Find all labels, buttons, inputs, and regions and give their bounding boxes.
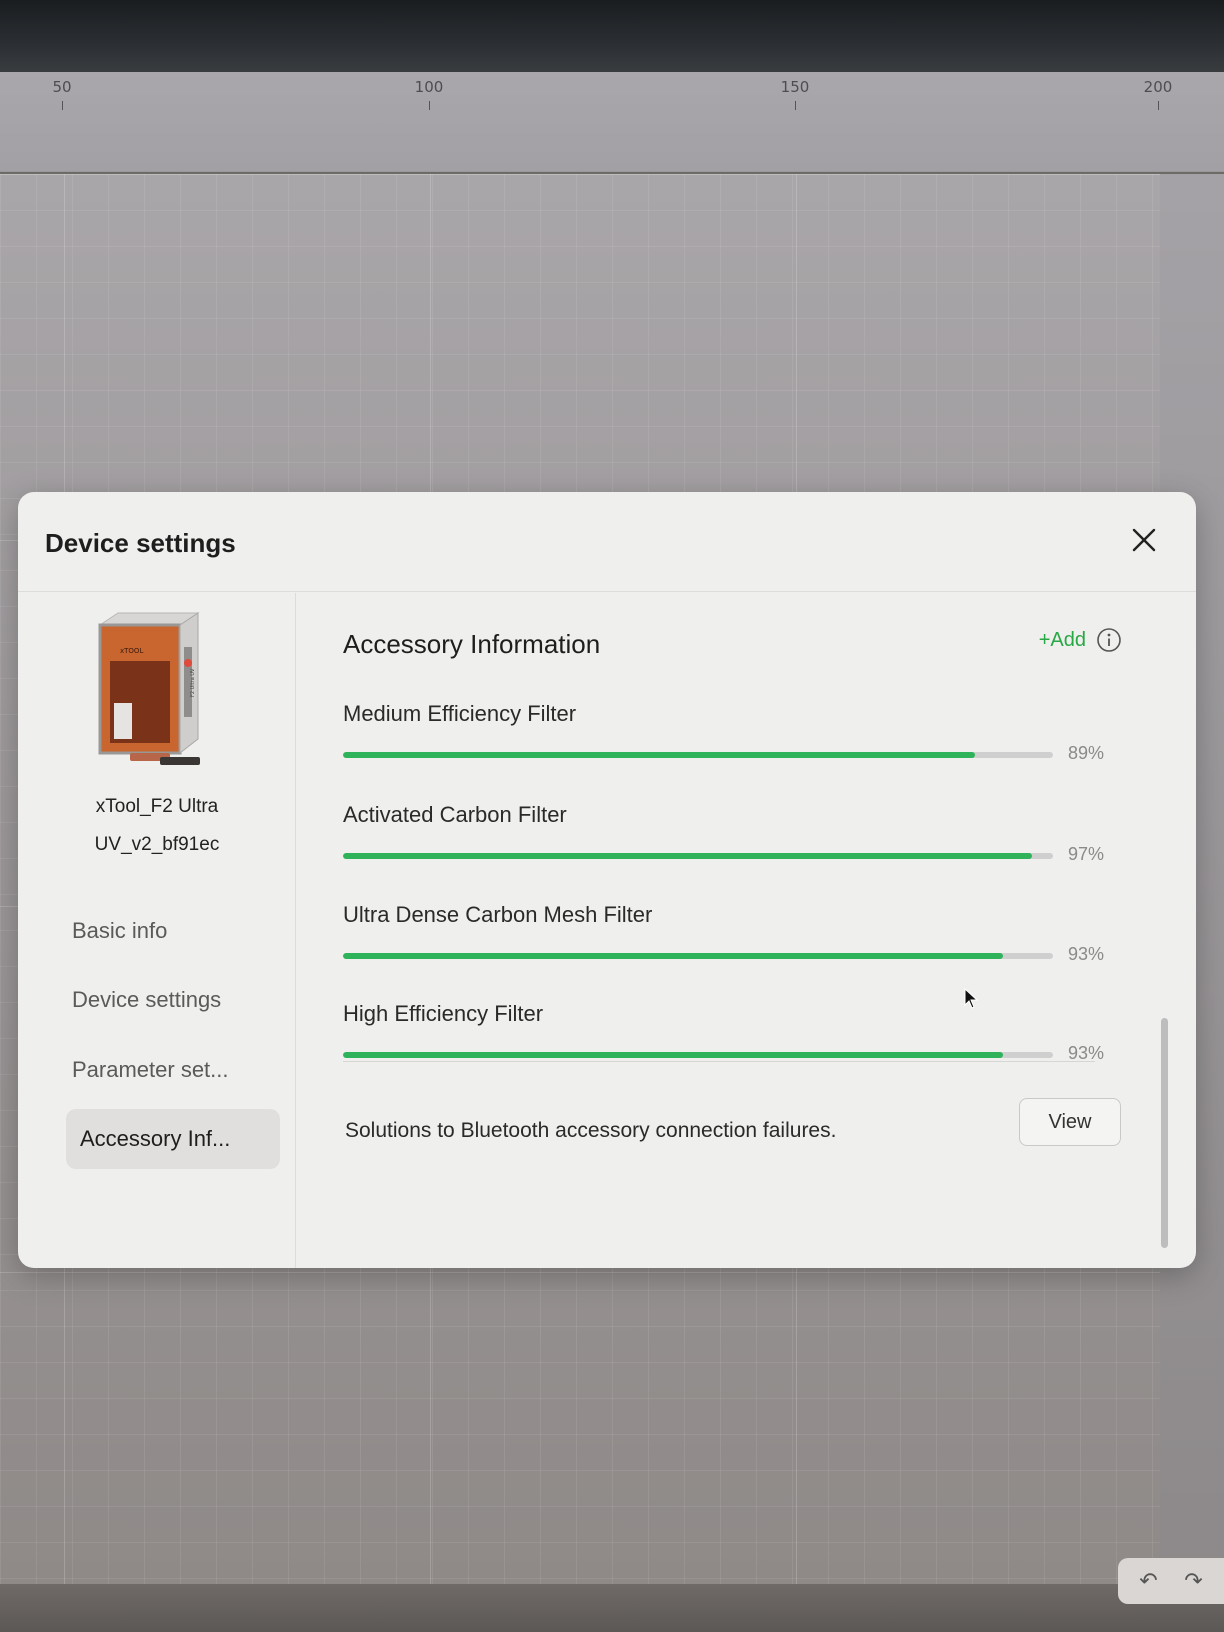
device-name-line1: xTool_F2 Ultra — [95, 796, 219, 817]
settings-sidebar: xTOOL F2 Ultra UV xTool_F2 Ultra UV_v2_b… — [18, 593, 296, 1268]
ruler-tick: 50 — [42, 78, 82, 110]
filter-name: High Efficiency Filter — [343, 1001, 544, 1026]
filter-progress-fill — [343, 953, 1004, 959]
filter-name: Medium Efficiency Filter — [343, 701, 577, 726]
undo-redo-group: ↶ ↷ — [1118, 1558, 1224, 1604]
filter-percent: 93% — [1068, 944, 1105, 964]
filter-name: Activated Carbon Filter — [343, 802, 567, 827]
section-title: Accessory Information — [343, 629, 601, 659]
close-icon — [1132, 528, 1156, 552]
filter-item: Activated Carbon Filter 97% — [343, 802, 1105, 892]
dialog-title: Device settings — [45, 528, 236, 558]
section-divider — [343, 1061, 1095, 1062]
panel-scrollbar[interactable] — [1161, 1018, 1168, 1248]
undo-icon[interactable]: ↶ — [1139, 1569, 1157, 1594]
filter-name: Ultra Dense Carbon Mesh Filter — [343, 902, 653, 927]
sidebar-item-parameter-settings[interactable]: Parameter set... — [66, 1040, 280, 1100]
device-settings-dialog: Device settings xTOOL F2 Ultra UV xTool_… — [18, 492, 1196, 1268]
filter-item: High Efficiency Filter 93% — [343, 1001, 1104, 1091]
cursor-icon — [964, 988, 979, 1009]
filter-percent: 89% — [1068, 743, 1105, 763]
info-icon[interactable] — [1096, 627, 1122, 653]
filter-item: Medium Efficiency Filter 89% — [343, 701, 1105, 791]
close-button[interactable] — [1126, 522, 1162, 558]
filter-progress-track — [343, 953, 1053, 959]
filter-progress-fill — [343, 752, 975, 758]
bluetooth-solution-text: Solutions to Bluetooth accessory connect… — [345, 1119, 837, 1142]
device-image: xTOOL F2 Ultra UV — [98, 612, 200, 765]
sidebar-item-basic-info[interactable]: Basic info — [66, 901, 280, 961]
dialog-header: Device settings — [18, 492, 1196, 592]
filter-percent: 97% — [1068, 844, 1105, 864]
filter-progress-track — [343, 853, 1053, 859]
ruler-tick: 100 — [409, 78, 449, 110]
view-button[interactable]: View — [1019, 1098, 1121, 1146]
filter-progress-fill — [343, 1052, 1004, 1058]
device-side-label: F2 Ultra UV — [190, 668, 196, 697]
accessory-panel: Accessory Information +Add Medium Effici… — [297, 593, 1196, 1268]
horizontal-ruler: 50 100 150 200 — [0, 72, 1224, 172]
add-accessory-button[interactable]: +Add — [1039, 629, 1086, 652]
screen-bezel — [0, 0, 1224, 74]
filter-item: Ultra Dense Carbon Mesh Filter 93% — [343, 902, 1105, 992]
redo-icon[interactable]: ↷ — [1184, 1569, 1202, 1594]
sidebar-item-device-settings[interactable]: Device settings — [66, 970, 280, 1030]
ruler-tick: 150 — [775, 78, 815, 110]
device-brand-label: xTOOL — [120, 647, 143, 655]
filter-progress-fill — [343, 853, 1032, 859]
ruler-tick: 200 — [1138, 78, 1178, 110]
filter-progress-track — [343, 1052, 1053, 1058]
sidebar-item-accessory-info[interactable]: Accessory Inf... — [66, 1109, 280, 1169]
device-name-line2: UV_v2_bf91ec — [94, 834, 220, 855]
bottom-toolbar — [0, 1584, 1224, 1632]
filter-progress-track — [343, 752, 1053, 758]
